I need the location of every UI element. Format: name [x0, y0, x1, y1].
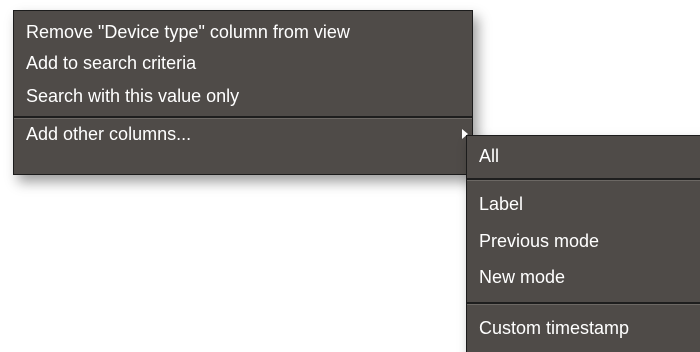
menu-item-label: Custom timestamp — [479, 318, 630, 338]
add-to-search-criteria-menu-item[interactable]: Add to search criteria — [14, 48, 472, 79]
submenu-item-previous-mode[interactable]: Previous mode — [467, 222, 700, 260]
menu-separator — [467, 178, 700, 181]
menu-item-label: New mode — [479, 267, 566, 287]
context-menu: Remove "Device type" column from view Ad… — [13, 10, 473, 175]
submenu-item-new-mode[interactable]: New mode — [467, 260, 700, 295]
menu-item-label: Label — [479, 194, 524, 214]
menu-item-label: Add other columns... — [26, 124, 192, 144]
remove-column-menu-item[interactable]: Remove "Device type" column from view — [14, 17, 472, 48]
menu-item-label: Search with this value only — [26, 86, 240, 106]
menu-item-label: Add to search criteria — [26, 53, 197, 73]
submenu-item-all[interactable]: All — [467, 139, 700, 173]
menu-item-label: Previous mode — [479, 231, 600, 251]
add-other-columns-menu-item[interactable]: Add other columns... — [14, 119, 472, 149]
menu-item-label: All — [479, 146, 500, 166]
add-columns-submenu: All Label Previous mode New mode Custom … — [466, 135, 700, 352]
submenu-item-custom-timestamp[interactable]: Custom timestamp — [467, 311, 700, 345]
submenu-item-label[interactable]: Label — [467, 187, 700, 222]
menu-separator — [467, 302, 700, 305]
menu-item-label: Remove "Device type" column from view — [26, 22, 350, 42]
search-with-value-only-menu-item[interactable]: Search with this value only — [14, 81, 472, 112]
